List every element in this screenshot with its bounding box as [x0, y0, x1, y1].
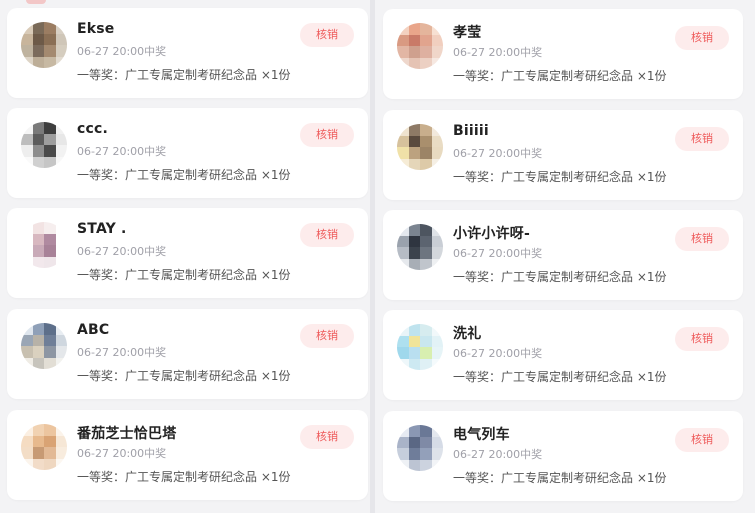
redeem-button[interactable]: 核销 [675, 26, 729, 50]
prize-description: 一等奖：广工专属定制考研纪念品 ×1份 [77, 168, 291, 182]
redeem-button[interactable]: 核销 [300, 425, 354, 449]
win-time: 06-27 20:00中奖 [77, 245, 167, 258]
prize-description: 一等奖：广工专属定制考研纪念品 ×1份 [77, 68, 291, 82]
avatar [21, 222, 67, 268]
prize-description: 一等奖：广工专属定制考研纪念品 ×1份 [453, 170, 667, 184]
avatar [21, 323, 67, 369]
winner-name: 番茄芝士恰巴塔 [77, 426, 177, 442]
winner-name: Biiiii [453, 123, 489, 139]
winner-name: 小许小许呀- [453, 226, 531, 242]
win-time: 06-27 20:00中奖 [453, 46, 543, 59]
redeem-button[interactable]: 核销 [300, 23, 354, 47]
win-time: 06-27 20:00中奖 [453, 147, 543, 160]
redeem-button[interactable]: 核销 [300, 123, 354, 147]
winner-list-right: 孝莹 06-27 20:00中奖 一等奖：广工专属定制考研纪念品 ×1份 核销 Biii… [377, 0, 755, 513]
win-time: 06-27 20:00中奖 [453, 347, 543, 360]
winner-name: ABC [77, 322, 110, 338]
winner-card: ccc. 06-27 20:00中奖一等奖：广工专属定制考研纪念品 ×1份 核销 [7, 108, 368, 198]
avatar [397, 23, 443, 69]
winner-name: 孝莹 [453, 25, 482, 41]
winner-card: Ekse 06-27 20:00中奖一等奖：广工专属定制考研纪念品 ×1份 核销 [7, 8, 368, 98]
avatar [397, 224, 443, 270]
avatar [397, 324, 443, 370]
prize-description: 一等奖：广工专属定制考研纪念品 ×1份 [453, 370, 667, 384]
avatar [397, 425, 443, 471]
winner-card: STAY . 06-27 20:00中奖一等奖：广工专属定制考研纪念品 ×1份 核销 [7, 208, 368, 298]
winner-card: 小许小许呀- 06-27 20:00中奖一等奖：广工专属定制考研纪念品 ×1份 核销 [383, 210, 743, 300]
avatar [21, 122, 67, 168]
redeem-button[interactable]: 核销 [675, 428, 729, 452]
winner-card: 洗礼 06-27 20:00中奖一等奖：广工专属定制考研纪念品 ×1份 核销 [383, 310, 743, 400]
redeem-button[interactable]: 核销 [675, 127, 729, 151]
winner-name: 电气列车 [453, 427, 510, 443]
prize-description: 一等奖：广工专属定制考研纪念品 ×1份 [453, 471, 667, 485]
prize-description: 一等奖：广工专属定制考研纪念品 ×1份 [453, 69, 667, 83]
win-time: 06-27 20:00中奖 [77, 45, 167, 58]
redeem-button[interactable]: 核销 [675, 327, 729, 351]
prize-description: 一等奖：广工专属定制考研纪念品 ×1份 [453, 270, 667, 284]
winner-card: 电气列车 06-27 20:00中奖一等奖：广工专属定制考研纪念品 ×1份 核销 [383, 411, 743, 501]
avatar [21, 22, 67, 68]
redeem-button[interactable]: 核销 [300, 223, 354, 247]
winner-name: 洗礼 [453, 326, 482, 342]
win-time: 06-27 20:00中奖 [77, 346, 167, 359]
avatar [21, 424, 67, 470]
winner-card: 孝莹 06-27 20:00中奖一等奖：广工专属定制考研纪念品 ×1份 核销 [383, 9, 743, 99]
winner-list-left: Ekse 06-27 20:00中奖 一等奖：广工专属定制考研纪念品 ×1份 核销 cc… [0, 0, 368, 513]
redeem-button[interactable]: 核销 [675, 227, 729, 251]
winner-name: ccc. [77, 121, 109, 137]
winner-card: ABC 06-27 20:00中奖一等奖：广工专属定制考研纪念品 ×1份 核销 [7, 309, 368, 399]
win-time: 06-27 20:00中奖 [77, 447, 167, 460]
prize-description: 一等奖：广工专属定制考研纪念品 ×1份 [77, 369, 291, 383]
avatar [397, 124, 443, 170]
win-time: 06-27 20:00中奖 [77, 145, 167, 158]
redeem-button[interactable]: 核销 [300, 324, 354, 348]
column-divider [370, 0, 375, 513]
prize-description: 一等奖：广工专属定制考研纪念品 ×1份 [77, 268, 291, 282]
winner-card: Biiiii 06-27 20:00中奖一等奖：广工专属定制考研纪念品 ×1份 核销 [383, 110, 743, 200]
win-time: 06-27 20:00中奖 [453, 247, 543, 260]
winner-name: Ekse [77, 21, 115, 37]
win-time: 06-27 20:00中奖 [453, 448, 543, 461]
winner-card: 番茄芝士恰巴塔 06-27 20:00中奖一等奖：广工专属定制考研纪念品 ×1份 核… [7, 410, 368, 500]
winner-name: STAY . [77, 221, 127, 237]
prize-description: 一等奖：广工专属定制考研纪念品 ×1份 [77, 470, 291, 484]
